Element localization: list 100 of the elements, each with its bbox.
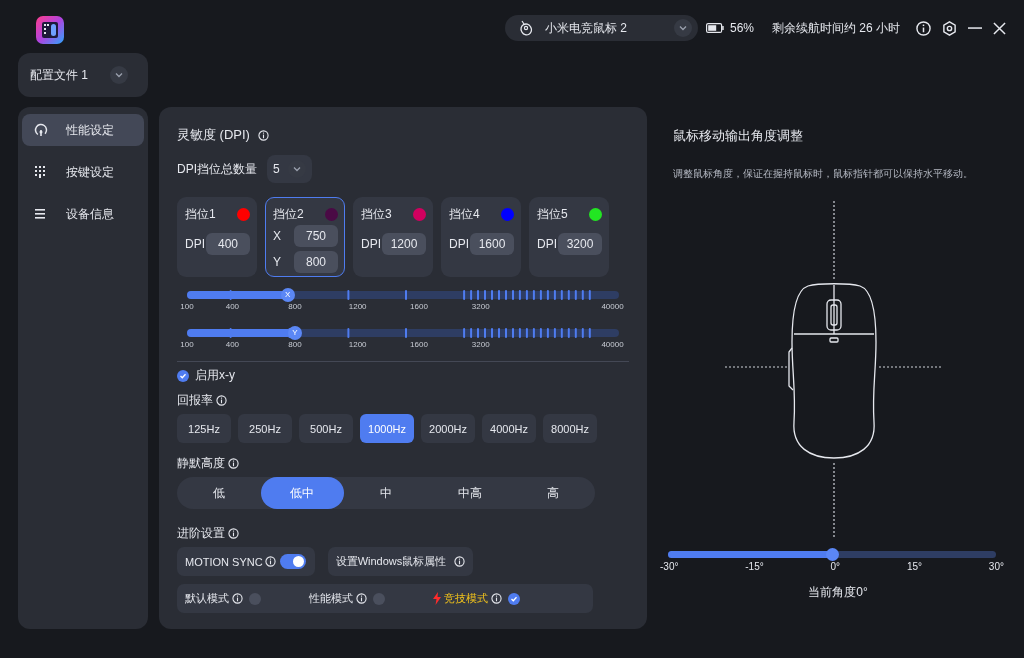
gauge-icon xyxy=(34,123,48,137)
battery-icon xyxy=(705,23,724,33)
dpi-input[interactable]: 750 xyxy=(294,225,338,247)
info-icon xyxy=(216,394,227,406)
sidebar-item[interactable]: 设备信息 xyxy=(22,198,144,230)
tick-label: 100 xyxy=(180,302,194,311)
polling-rate-button[interactable]: 250Hz xyxy=(238,414,292,443)
tick-label: 100 xyxy=(180,340,194,349)
battery-percent: 56% xyxy=(729,21,754,35)
checkbox-label: 启用x-y xyxy=(195,367,235,384)
info-icon[interactable] xyxy=(916,20,931,36)
device-selector[interactable]: 小米电竞鼠标 2 xyxy=(504,15,698,41)
stage-label: 挡位4 xyxy=(449,205,480,223)
polling-rate-button[interactable]: 500Hz xyxy=(299,414,353,443)
lightning-icon xyxy=(433,592,441,605)
info-icon xyxy=(491,593,502,604)
color-dot[interactable] xyxy=(501,207,514,221)
stage-label: 挡位1 xyxy=(185,205,216,223)
list-icon xyxy=(34,207,48,221)
current-angle-text: 当前角度0° xyxy=(807,584,869,601)
segment-option[interactable]: 低 xyxy=(177,477,261,509)
tick-label: 1600 xyxy=(410,340,428,349)
section-title: 回报率 xyxy=(177,391,213,409)
tick-label: 1600 xyxy=(410,302,428,311)
info-icon xyxy=(232,593,243,604)
checkmark-icon xyxy=(510,594,518,603)
mode-label: 默认模式 xyxy=(185,591,229,606)
tick-label: 800 xyxy=(288,302,302,311)
mode-label: 竞技模式 xyxy=(444,591,488,606)
polling-rate-button[interactable]: 2000Hz xyxy=(421,414,475,443)
chevron-down-icon[interactable] xyxy=(678,25,687,31)
field-label: DPI xyxy=(537,237,557,251)
polling-rate-button[interactable]: 8000Hz xyxy=(543,414,597,443)
polling-rate-button[interactable]: 125Hz xyxy=(177,414,231,443)
field-label: DPI xyxy=(449,237,469,251)
info-icon xyxy=(264,556,276,567)
field-label: DPI xyxy=(185,237,205,251)
segment-option[interactable]: 低中 xyxy=(260,477,345,509)
panel-title: 鼠标移动输出角度调整 xyxy=(673,127,804,145)
info-icon xyxy=(228,457,239,469)
segment-option[interactable]: 中 xyxy=(344,477,428,509)
polling-rate-button[interactable]: 1000Hz xyxy=(360,414,414,443)
info-icon xyxy=(454,556,466,567)
chevron-down-icon[interactable] xyxy=(115,72,123,78)
tick-label: 800 xyxy=(288,340,302,349)
tick-label: 40000 xyxy=(601,340,624,349)
radio-button[interactable] xyxy=(508,592,520,605)
color-dot[interactable] xyxy=(413,207,426,221)
keypad-icon xyxy=(34,165,48,179)
profile-selector[interactable]: 配置文件 1 xyxy=(18,53,148,97)
sidebar-item[interactable]: 按键设定 xyxy=(22,156,144,188)
dpi-stage-card[interactable]: 挡位5 DPI 3200 xyxy=(529,197,609,277)
tick-label: 30° xyxy=(988,561,1004,572)
tick-label: 1200 xyxy=(348,340,367,349)
color-dot[interactable] xyxy=(237,207,250,221)
dpi-input[interactable]: 1600 xyxy=(470,233,514,255)
dpi-stage-card[interactable]: 挡位3 DPI 1200 xyxy=(353,197,433,277)
info-icon xyxy=(257,129,269,141)
color-dot[interactable] xyxy=(325,207,338,221)
motion-sync-label: MOTION SYNC xyxy=(185,555,263,568)
stage-count-dropdown[interactable]: 5 xyxy=(267,155,312,183)
chevron-down-icon[interactable] xyxy=(292,166,301,172)
dpi-input[interactable]: 400 xyxy=(206,233,250,255)
stage-label: 挡位5 xyxy=(537,205,568,223)
tick-label: 0° xyxy=(830,561,841,572)
description-text: 调整鼠标角度，保证在握持鼠标时，鼠标指针都可以保持水平移动。 xyxy=(673,167,974,181)
slider-thumb[interactable] xyxy=(826,548,839,561)
field-label: DPI xyxy=(361,237,381,251)
radio-button[interactable] xyxy=(373,592,385,605)
tick-label: 1200 xyxy=(348,302,367,311)
tick-label: 3200 xyxy=(471,340,490,349)
mode-label: 性能模式 xyxy=(309,591,353,606)
windows-mouse-settings-button[interactable]: 设置Windows鼠标属性 xyxy=(327,547,474,576)
sidebar-item[interactable]: 性能设定 xyxy=(22,114,144,146)
segment-option[interactable]: 中高 xyxy=(427,477,512,509)
dpi-stage-card[interactable]: 挡位4 DPI 1600 xyxy=(441,197,521,277)
toggle-switch[interactable] xyxy=(279,554,306,569)
dpi-input[interactable]: 3200 xyxy=(558,233,602,255)
mouse-icon xyxy=(518,20,533,36)
segment-option[interactable]: 高 xyxy=(511,477,595,509)
section-title: 灵敏度 (DPI) xyxy=(177,126,250,144)
tick-label: 40000 xyxy=(601,302,624,311)
section-title: 静默高度 xyxy=(177,454,225,472)
settings-icon[interactable] xyxy=(942,20,957,36)
close-icon[interactable] xyxy=(993,21,1006,35)
color-dot[interactable] xyxy=(589,207,602,221)
dpi-input[interactable]: 800 xyxy=(294,251,338,273)
checkmark-icon xyxy=(179,371,187,380)
dpi-input[interactable]: 1200 xyxy=(382,233,426,255)
tick-label: 15° xyxy=(906,561,923,572)
dpi-stage-card[interactable]: 挡位1 DPI 400 xyxy=(177,197,257,277)
dpi-stage-card[interactable]: 挡位2 X 750 Y 800 xyxy=(265,197,345,277)
radio-button[interactable] xyxy=(249,592,261,605)
polling-rate-button[interactable]: 4000Hz xyxy=(482,414,536,443)
stage-label: 挡位3 xyxy=(361,205,392,223)
checkbox[interactable] xyxy=(177,369,189,382)
app-logo-icon xyxy=(36,16,64,44)
battery-runtime-text: 剩余续航时间约 26 小时 xyxy=(772,19,900,37)
tick-label: -30° xyxy=(660,561,679,572)
tick-label: 3200 xyxy=(471,302,490,311)
